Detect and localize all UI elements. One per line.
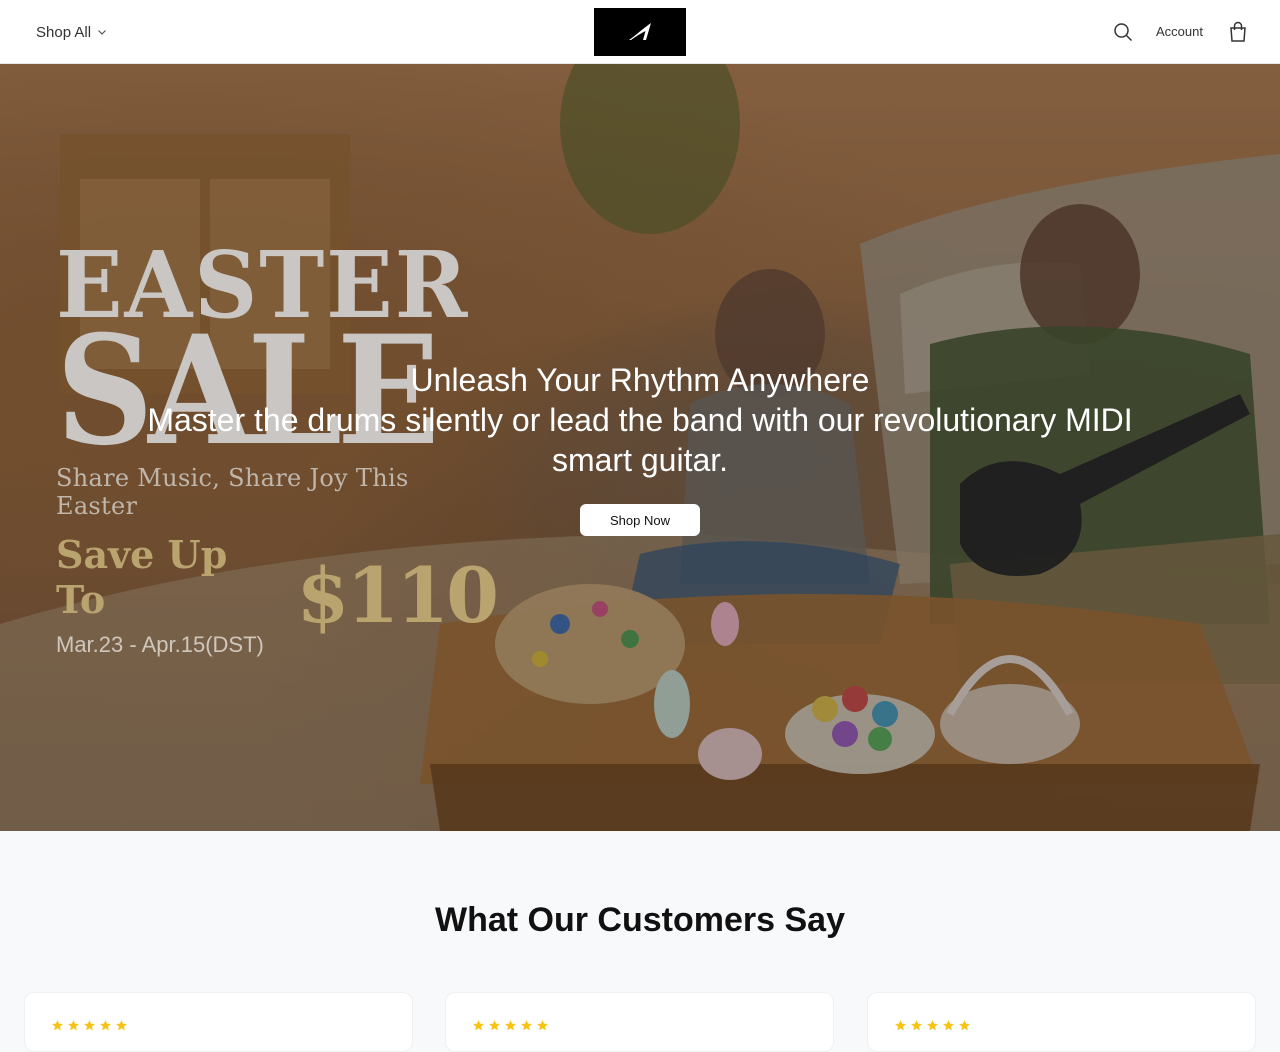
hero-text-block: Unleash Your Rhythm Anywhere Master the … bbox=[140, 360, 1140, 480]
star-icon bbox=[116, 1020, 127, 1031]
star-icon bbox=[505, 1020, 516, 1031]
shopping-bag-icon[interactable] bbox=[1228, 21, 1248, 43]
promo-save-row: Save Up To $110 bbox=[56, 532, 499, 640]
star-icon bbox=[489, 1020, 500, 1031]
brand-logo[interactable] bbox=[594, 8, 686, 56]
star-rating bbox=[894, 1019, 971, 1032]
shop-now-button[interactable]: Shop Now bbox=[580, 504, 700, 536]
star-icon bbox=[84, 1020, 95, 1031]
star-icon bbox=[68, 1020, 79, 1031]
star-icon bbox=[473, 1020, 484, 1031]
account-link[interactable]: Account bbox=[1156, 24, 1203, 39]
star-rating bbox=[51, 1019, 128, 1032]
chevron-down-icon bbox=[98, 30, 106, 35]
star-icon bbox=[52, 1020, 63, 1031]
reviews-heading: What Our Customers Say bbox=[435, 901, 845, 939]
shop-all-menu[interactable]: Shop All bbox=[36, 22, 107, 42]
hero-subtitle: Master the drums silently or lead the ba… bbox=[147, 402, 1133, 478]
star-icon bbox=[943, 1020, 954, 1031]
review-card bbox=[24, 992, 413, 1052]
star-icon bbox=[895, 1020, 906, 1031]
hero-banner: EASTER SALE Share Music, Share Joy This … bbox=[0, 64, 1280, 831]
star-icon bbox=[959, 1020, 970, 1031]
site-header: Shop All Account bbox=[0, 0, 1280, 64]
star-icon bbox=[521, 1020, 532, 1031]
promo-save-amount: $110 bbox=[296, 551, 499, 640]
star-icon bbox=[911, 1020, 922, 1031]
star-icon bbox=[100, 1020, 111, 1031]
star-icon bbox=[927, 1020, 938, 1031]
shop-all-label: Shop All bbox=[36, 23, 92, 41]
promo-save-label: Save Up To bbox=[56, 532, 228, 622]
star-icon bbox=[537, 1020, 548, 1031]
review-card bbox=[867, 992, 1256, 1052]
brand-logo-icon bbox=[629, 23, 651, 40]
star-rating bbox=[472, 1019, 549, 1032]
review-card bbox=[445, 992, 834, 1052]
search-icon[interactable] bbox=[1113, 22, 1133, 42]
hero-title: Unleash Your Rhythm Anywhere bbox=[410, 362, 870, 398]
reviews-section: What Our Customers Say bbox=[0, 831, 1280, 1052]
